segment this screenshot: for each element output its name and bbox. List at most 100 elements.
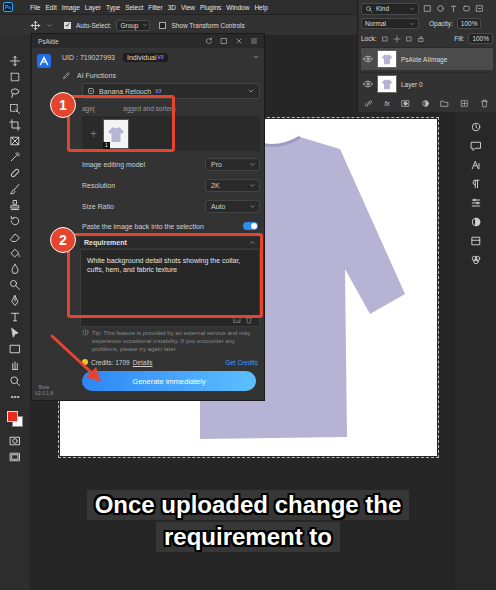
paint-bucket-icon[interactable] <box>9 247 21 259</box>
panel-title-bar: PsAide <box>32 34 264 48</box>
transform-controls-checkbox[interactable] <box>159 22 166 29</box>
add-image-button[interactable]: + <box>90 127 97 141</box>
tip-text: Tip: This feature is provided by an exte… <box>92 329 260 353</box>
menu-item[interactable]: Plugins <box>200 4 221 11</box>
get-credits-link[interactable]: Get Credits <box>225 359 258 366</box>
filter-adjust-icon[interactable] <box>436 4 445 13</box>
auto-select-label: Auto-Select: <box>76 22 111 29</box>
menu-item[interactable]: Filter <box>148 4 162 11</box>
type-tool-icon[interactable] <box>9 311 21 323</box>
menu-item[interactable]: Help <box>254 4 267 11</box>
layer-row[interactable]: Layer 0 <box>361 72 493 95</box>
dropdown-chevron-icon <box>409 21 415 27</box>
properties-panel-icon[interactable] <box>470 197 482 209</box>
group-icon[interactable] <box>440 99 449 108</box>
stamp-tool-icon[interactable] <box>9 199 21 211</box>
pen-tool-icon[interactable] <box>9 295 21 307</box>
generate-button[interactable]: Generate immediately <box>82 371 256 391</box>
eraser-icon[interactable] <box>9 231 21 243</box>
filter-type-icon[interactable] <box>449 4 458 13</box>
brush-tool-icon[interactable] <box>9 183 21 195</box>
marquee-tool-icon[interactable] <box>9 71 21 83</box>
lock-position-icon[interactable] <box>393 35 401 43</box>
healing-brush-icon[interactable] <box>9 167 21 179</box>
tool-preset-chevron-icon[interactable] <box>46 22 53 29</box>
paragraph-panel-icon[interactable] <box>470 178 482 190</box>
screen-mode-icon[interactable] <box>9 451 21 463</box>
quick-mask-icon[interactable] <box>9 435 21 447</box>
new-layer-icon[interactable] <box>460 99 469 108</box>
auto-select-checkbox[interactable] <box>64 22 71 29</box>
eye-icon[interactable] <box>363 79 373 89</box>
channels-panel-icon[interactable] <box>470 254 482 266</box>
requirement-header[interactable]: Requirement <box>80 237 260 248</box>
add-mask-icon[interactable] <box>401 99 410 108</box>
menu-item[interactable]: File <box>30 4 40 11</box>
detach-icon[interactable] <box>220 37 228 45</box>
menu-item[interactable]: Layer <box>85 4 101 11</box>
lock-artboard-icon[interactable] <box>405 35 413 43</box>
fx-button[interactable]: fx <box>384 100 389 107</box>
refresh-icon[interactable] <box>205 37 213 45</box>
menu-item[interactable]: Type <box>106 4 120 11</box>
delete-layer-icon[interactable] <box>480 99 489 108</box>
details-link[interactable]: Details <box>133 359 153 366</box>
menu-item[interactable]: Select <box>125 4 143 11</box>
account-chevron-icon[interactable] <box>252 53 260 61</box>
layer-row[interactable]: PsAide AIImage <box>361 47 493 70</box>
close-icon[interactable] <box>235 37 243 45</box>
uploaded-thumbnail[interactable]: 1 <box>103 119 129 149</box>
setting-dropdown[interactable]: 2K <box>205 179 260 192</box>
fill-field[interactable]: 100% <box>468 33 493 44</box>
eye-icon[interactable] <box>363 54 373 64</box>
collapse-chevron-icon[interactable] <box>249 239 256 246</box>
function-version: V3 <box>155 88 161 94</box>
object-select-icon[interactable] <box>9 103 21 115</box>
adjustment-layer-icon[interactable] <box>421 99 430 108</box>
libraries-panel-icon[interactable] <box>470 235 482 247</box>
edit-pen-icon[interactable] <box>62 71 71 80</box>
lasso-tool-icon[interactable] <box>9 87 21 99</box>
frame-tool-icon[interactable] <box>9 135 21 147</box>
zoom-tool-icon[interactable] <box>9 375 21 387</box>
image-upload-area[interactable]: +1 <box>82 116 260 151</box>
history-brush-icon[interactable] <box>9 215 21 227</box>
comment-panel-icon[interactable] <box>470 140 482 152</box>
hand-tool-icon[interactable] <box>9 359 21 371</box>
setting-dropdown[interactable]: Auto <box>205 200 260 213</box>
panel-menu-icon[interactable] <box>250 37 258 45</box>
blend-mode-dropdown[interactable]: Normal <box>361 18 419 29</box>
path-select-icon[interactable] <box>9 327 21 339</box>
history-panel-icon[interactable] <box>470 121 482 133</box>
psaide-logo-icon[interactable] <box>37 54 51 68</box>
eyedropper-icon[interactable] <box>9 151 21 163</box>
blur-icon[interactable] <box>9 263 21 275</box>
setting-dropdown[interactable]: Pro <box>205 158 260 171</box>
link-layers-icon[interactable] <box>364 99 373 108</box>
character-panel-icon[interactable] <box>470 159 482 171</box>
target-dropdown[interactable]: Group <box>116 20 150 31</box>
crop-tool-icon[interactable] <box>9 119 21 131</box>
adjustments-panel-icon[interactable] <box>470 216 482 228</box>
menu-item[interactable]: Edit <box>45 4 56 11</box>
dodge-icon[interactable] <box>9 279 21 291</box>
menu-item[interactable]: View <box>181 4 195 11</box>
menu-item[interactable]: Window <box>226 4 249 11</box>
lock-pixels-icon[interactable] <box>381 35 389 43</box>
menu-item[interactable]: Image <box>62 4 80 11</box>
move-tool-icon[interactable] <box>30 20 41 31</box>
menu-item[interactable]: 3D <box>168 4 176 11</box>
lock-all-icon[interactable] <box>417 35 425 43</box>
opacity-field[interactable]: 100% <box>457 18 482 29</box>
paste-toggle[interactable] <box>243 222 258 230</box>
layer-filter-dropdown[interactable]: Kind <box>361 3 419 15</box>
more-tools-icon[interactable] <box>9 391 21 403</box>
move-tool-icon[interactable] <box>9 55 21 67</box>
filter-pixel-icon[interactable] <box>423 4 432 13</box>
transform-controls-label: Show Transform Controls <box>171 22 244 29</box>
color-swatches[interactable] <box>7 411 23 427</box>
foreground-color-swatch[interactable] <box>7 411 18 422</box>
rectangle-tool-icon[interactable] <box>9 343 21 355</box>
filter-shape-icon[interactable] <box>462 4 471 13</box>
filter-smart-icon[interactable] <box>475 4 484 13</box>
